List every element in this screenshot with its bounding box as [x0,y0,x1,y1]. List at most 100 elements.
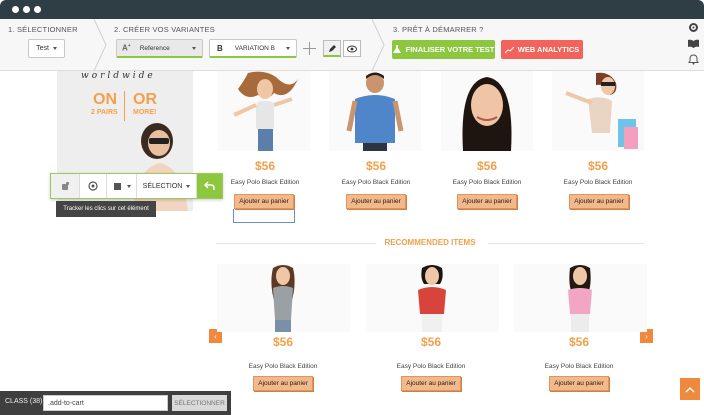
web-analytics-button[interactable]: WEB ANALYTICS [501,40,583,59]
click-tracker-icon [62,181,70,190]
variation-prefix: B [217,43,223,53]
scroll-to-top-button[interactable] [680,378,700,400]
window-titlebar [0,0,704,19]
product-name: Easy Polo Black Edition [230,179,300,186]
select-class-button[interactable]: SÉLECTIONNER [172,395,227,411]
product-photo-woman-pink-top [568,265,592,332]
class-selector-bar: CLASS (38) .add-to-cart SÉLECTIONNER [0,391,231,415]
product-price: $56 [365,159,387,173]
selection-dropdown[interactable]: SÉLECTION [137,174,197,198]
recommended-title: RECOMMENDED ITEMS [384,238,476,247]
tooltip: Tracker les clics sur cet élément [56,201,156,217]
element-options-button[interactable] [107,174,137,198]
window-dot-icon [23,6,30,13]
product-image[interactable] [441,71,533,151]
product-name: Easy Polo Black Edition [544,363,614,370]
product-photo-woman-grey-top [271,265,295,332]
chevron-down-icon [192,46,196,50]
product-price: $56 [420,335,442,349]
reference-label: Reference [139,44,170,52]
product-price: $56 [476,159,498,173]
variation-dropdown[interactable]: B VARIATION B [209,39,297,58]
bell-icon[interactable] [688,54,699,65]
product-name: Easy Polo Black Edition [396,363,466,370]
add-to-cart-button[interactable]: Ajouter au panier [569,194,629,209]
add-to-cart-button[interactable]: Ajouter au panier [253,376,313,391]
gear-icon[interactable] [688,22,699,33]
class-selector-input[interactable]: .add-to-cart [43,395,168,411]
product-image[interactable] [217,264,350,332]
pencil-icon [328,44,336,52]
banner-divider [124,91,125,121]
banner-or: OR [133,91,157,108]
product-image[interactable] [514,264,647,332]
undo-arrow-icon [204,181,215,190]
cube-icon [113,183,121,190]
text-format-icon: A+ [122,43,131,53]
goal-button[interactable] [80,174,107,198]
test-select[interactable]: Test [28,39,65,58]
track-clicks-button[interactable] [51,174,80,198]
step-divider-icon [93,19,107,71]
chevron-down-icon [126,184,131,188]
step-bar: 1. SÉLECTIONNER 2. CRÉER VOS VARIANTES 3… [0,19,704,71]
chevron-down-icon [286,46,290,50]
web-analytics-label: WEB ANALYTICS [517,45,580,54]
add-to-cart-button[interactable]: Ajouter au panier [346,194,406,209]
variation-label: VARIATION B [234,44,275,52]
edit-button[interactable] [323,40,341,57]
step-1-title: 1. SÉLECTIONNER [8,25,78,34]
product-photo-woman-shopping [565,72,638,149]
test-select-value: Test [36,45,49,52]
reference-dropdown[interactable]: A+ Reference [116,39,203,58]
undo-button[interactable] [197,174,222,198]
add-to-cart-button[interactable]: Ajouter au panier [234,194,294,209]
class-count-label: CLASS (38) [5,398,43,405]
chevron-left-icon: ‹ [214,331,217,341]
step-3-title: 3. PRÊT À DÉMARRER ? [393,25,484,34]
product-photo-woman-hair [233,71,298,151]
banner-pairs: 2 PAIRS [91,109,118,116]
selection-outline [233,209,295,223]
element-floating-toolbar: SÉLECTION [50,173,223,199]
banner-more: MORE! [133,109,157,116]
preview-button[interactable] [343,40,361,57]
book-icon[interactable] [688,38,699,49]
finalize-label: FINALISER VOTRE TEST [405,45,495,54]
product-photo-woman-dark-hair [462,77,512,151]
add-to-cart-button[interactable]: Ajouter au panier [457,194,517,209]
chevron-up-icon [685,386,695,393]
add-to-cart-button[interactable]: Ajouter au panier [549,376,609,391]
selection-label: SÉLECTION [142,182,183,190]
eye-icon [347,45,357,52]
product-price: $56 [254,159,276,173]
add-to-cart-button[interactable]: Ajouter au panier [401,376,461,391]
chevron-right-icon: › [645,331,648,341]
step-divider-icon [371,19,385,71]
product-name: Easy Polo Black Edition [341,179,411,186]
product-photo-woman-red-top [418,265,446,332]
product-name: Easy Polo Black Edition [563,179,633,186]
product-price: $56 [568,335,590,349]
product-name: Easy Polo Black Edition [248,363,318,370]
product-photo-man-blue-polo [346,72,404,151]
target-icon [88,181,98,191]
banner-on: ON [93,91,117,108]
product-price: $56 [272,335,294,349]
product-price: $56 [587,159,609,173]
product-image[interactable] [218,71,310,151]
finalize-test-button[interactable]: FINALISER VOTRE TEST [392,40,495,59]
window-dot-icon [12,6,19,13]
flask-icon [392,45,401,53]
step-2-title: 2. CRÉER VOS VARIANTES [114,25,215,34]
product-image[interactable] [366,264,499,332]
add-variation-icon[interactable] [303,42,316,55]
product-image[interactable] [552,71,644,151]
chevron-down-icon [186,184,191,188]
class-selector-value: .add-to-cart [48,399,84,407]
chevron-down-icon [52,47,57,50]
product-image[interactable] [329,71,421,151]
chart-icon [504,46,514,53]
banner-brand: worldwide [81,71,156,81]
product-name: Easy Polo Black Edition [452,179,522,186]
